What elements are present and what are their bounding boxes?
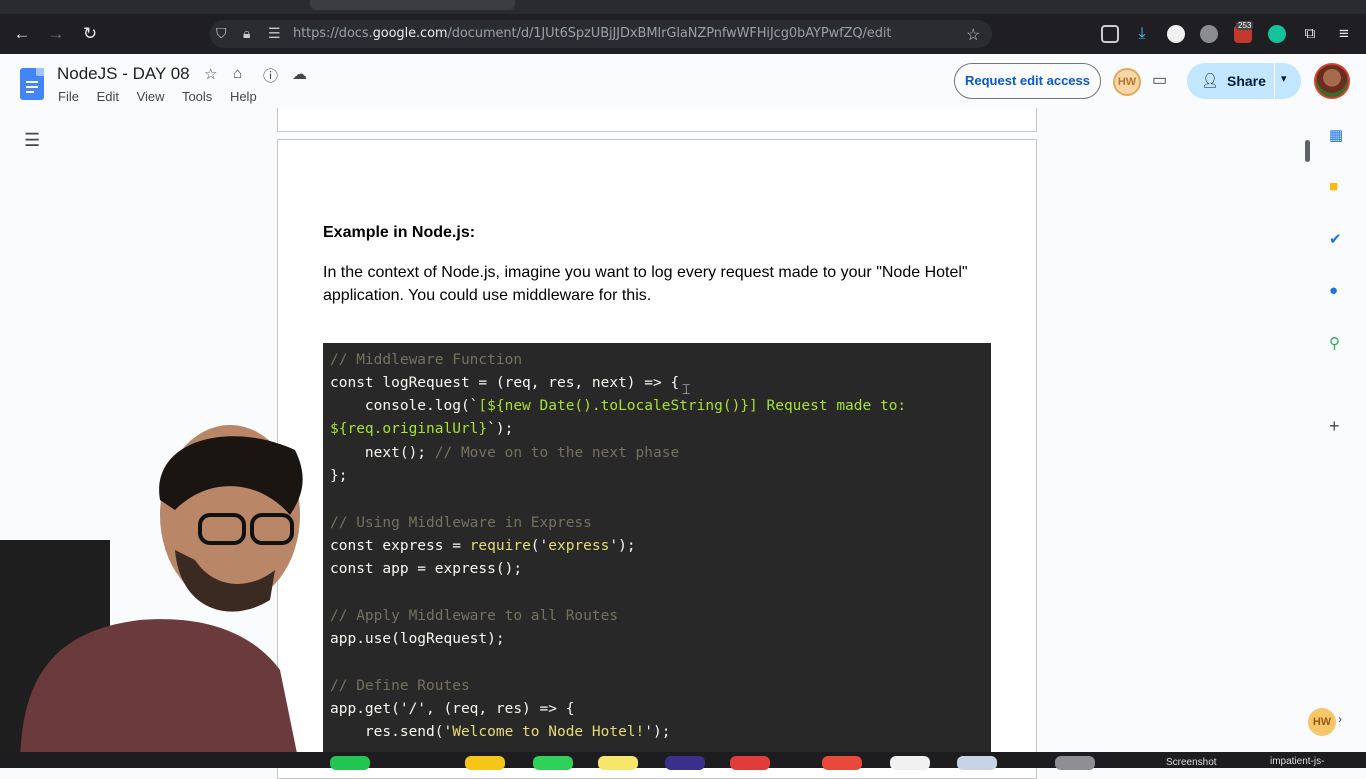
code-block: // Middleware Function const logRequest …: [323, 343, 991, 753]
code-line: const app = express();: [330, 561, 523, 577]
extensions-puzzle-icon[interactable]: ⧉: [1298, 22, 1322, 46]
forward-icon[interactable]: →: [44, 22, 68, 46]
code-line: ${req.originalUrl}`);: [330, 421, 514, 437]
code-line: app.use(logRequest);: [330, 631, 505, 647]
menu-tools[interactable]: Tools: [182, 89, 212, 104]
grammarly-icon[interactable]: [1268, 25, 1286, 43]
maps-icon[interactable]: ⚲: [1329, 334, 1340, 352]
move-icon[interactable]: ⌂: [233, 65, 242, 82]
lock-icon[interactable]: 🔒︎: [243, 25, 250, 42]
user-presence-badge[interactable]: HW: [1113, 68, 1141, 96]
url-text[interactable]: https://docs.google.com/document/d/1JUt6…: [293, 26, 891, 41]
request-edit-access-button[interactable]: Request edit access: [954, 63, 1101, 99]
extension-badge-count: 253: [1236, 21, 1254, 30]
previous-page-bottom: [277, 108, 1037, 132]
contacts-icon[interactable]: ●: [1329, 282, 1338, 299]
vertical-scrollbar[interactable]: [1305, 140, 1310, 162]
body-paragraph: In the context of Node.js, imagine you w…: [323, 264, 968, 304]
code-line: res.send('Welcome to Node Hotel!');: [330, 724, 671, 740]
chevron-down-icon[interactable]: ▾: [1281, 72, 1287, 85]
floating-hw-badge[interactable]: HW: [1308, 708, 1336, 736]
people-icon: 👤︎: [1201, 72, 1219, 88]
share-button[interactable]: 👤︎ Share ▾: [1187, 63, 1301, 99]
pocket-icon[interactable]: [1101, 25, 1119, 43]
comment-history-icon[interactable]: ▭: [1152, 70, 1167, 90]
keep-icon[interactable]: ■: [1329, 178, 1338, 195]
shield-icon[interactable]: ⛉: [216, 25, 227, 42]
docs-header: NodeJS - DAY 08 ☆ ⌂ ⓘ ☁ File Edit View T…: [0, 54, 1366, 108]
extension-globe-icon[interactable]: [1200, 25, 1218, 43]
reload-icon[interactable]: ↻: [78, 22, 102, 46]
menu-view[interactable]: View: [137, 89, 165, 104]
active-tab[interactable]: [310, 0, 515, 10]
code-line: const logRequest = (req, res, next) => {: [330, 375, 680, 391]
share-divider: [1274, 63, 1275, 99]
code-line: // Using Middleware in Express: [330, 515, 592, 531]
code-line: next(); // Move on to the next phase: [330, 445, 680, 461]
back-icon[interactable]: ←: [10, 22, 34, 46]
menu-edit[interactable]: Edit: [97, 89, 119, 104]
code-line: // Apply Middleware to all Routes: [330, 608, 619, 624]
document-title[interactable]: NodeJS - DAY 08: [57, 64, 190, 84]
code-line: app.get('/', (req, res) => {: [330, 701, 575, 717]
calendar-icon[interactable]: ▦: [1329, 126, 1343, 144]
address-bar[interactable]: ⛉ 🔒︎ ☰ https://docs.google.com/document/…: [210, 20, 992, 48]
text-cursor-icon: ⌶: [682, 381, 691, 397]
menu-file[interactable]: File: [58, 89, 79, 104]
presenter-webcam-overlay: [0, 425, 303, 768]
menu-bar: File Edit View Tools Help: [58, 89, 271, 104]
download-icon[interactable]: ⤓: [1130, 22, 1154, 46]
cloud-status-icon[interactable]: ☁: [292, 65, 307, 83]
code-line: const express = require('express');: [330, 538, 636, 554]
macos-dock: [0, 752, 1366, 770]
browser-menu-icon[interactable]: ≡: [1332, 22, 1356, 46]
browser-toolbar: ← → ↻ ⛉ 🔒︎ ☰ https://docs.google.com/doc…: [0, 14, 1366, 54]
menu-help[interactable]: Help: [230, 89, 257, 104]
code-line: console.log(`[${new Date().toLocaleStrin…: [330, 398, 907, 414]
info-icon[interactable]: ⓘ: [263, 65, 278, 86]
chevron-right-icon[interactable]: ›: [1338, 712, 1342, 726]
code-line: // Middleware Function: [330, 352, 523, 368]
section-heading: Example in Node.js:: [323, 224, 476, 241]
tasks-icon[interactable]: ✔: [1329, 230, 1342, 248]
dock-label[interactable]: Screenshot: [1166, 757, 1217, 768]
extension-p-icon[interactable]: [1167, 25, 1185, 43]
share-label: Share: [1227, 73, 1266, 89]
document-outline-icon[interactable]: ☰: [24, 130, 40, 151]
add-addon-icon[interactable]: +: [1329, 416, 1340, 437]
docs-logo-icon[interactable]: [20, 68, 44, 100]
bookmark-star-icon[interactable]: ☆: [966, 25, 980, 45]
account-avatar[interactable]: [1314, 63, 1350, 99]
code-line: };: [330, 468, 348, 484]
code-line: // Define Routes: [330, 678, 470, 694]
page-settings-icon[interactable]: ☰: [268, 25, 281, 42]
window-tab-strip: [0, 0, 1366, 14]
dock-label[interactable]: impatient-js-: [1270, 756, 1324, 767]
star-icon[interactable]: ☆: [204, 65, 217, 83]
